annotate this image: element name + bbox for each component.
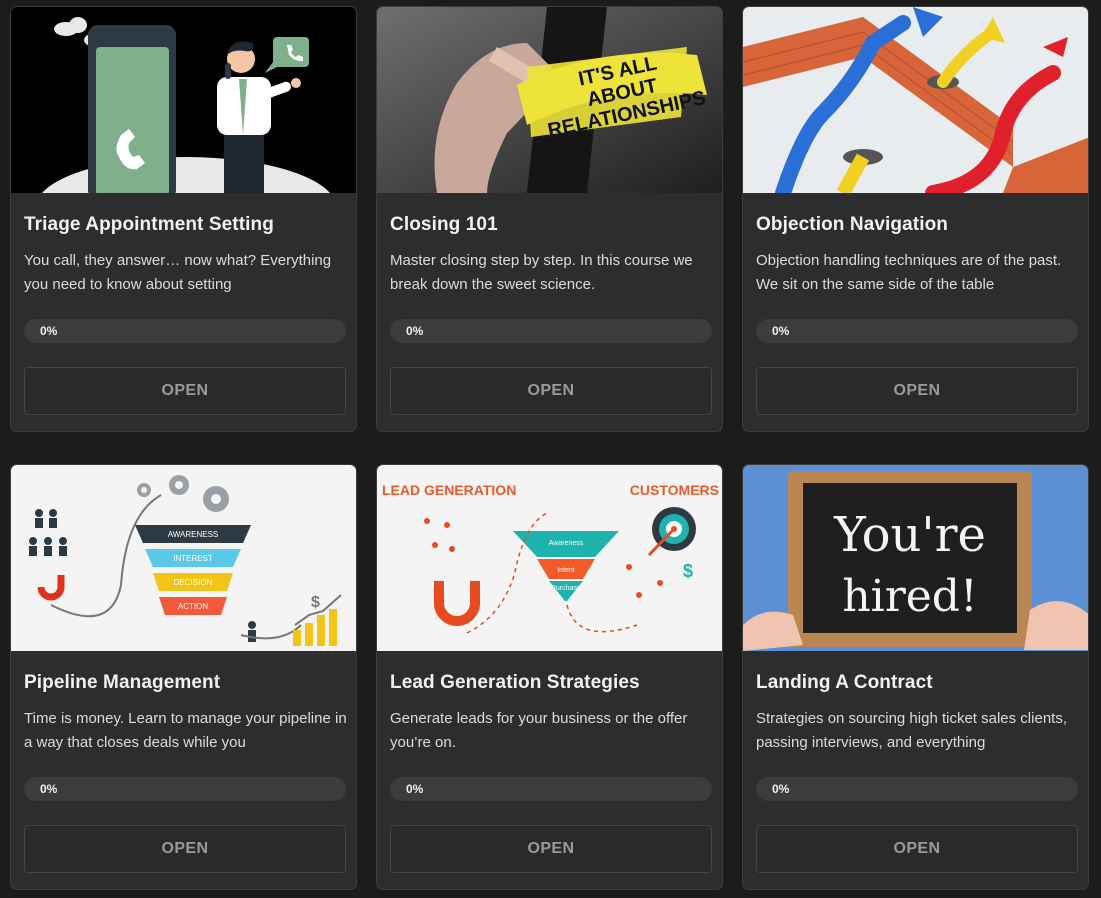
course-card: You're hired! Landing A Contract Strateg… xyxy=(742,464,1089,890)
image-caption-line: Intent xyxy=(557,567,575,574)
svg-text:$: $ xyxy=(311,594,320,611)
course-description: You call, they answer… now what? Everyth… xyxy=(24,252,332,293)
image-caption-line: CUSTOMERS xyxy=(630,482,719,498)
course-grid: Triage Appointment Setting You call, the… xyxy=(0,0,1101,898)
image-caption-line: hired! xyxy=(842,571,977,622)
course-title: Closing 101 xyxy=(390,214,498,235)
course-title: Lead Generation Strategies xyxy=(390,672,640,693)
course-description: Master closing step by step. In this cou… xyxy=(390,252,693,293)
progress-label: 0% xyxy=(772,782,790,796)
course-thumbnail-sales-funnel: AWARENESS INTEREST DECISION ACTION $ xyxy=(11,465,356,651)
course-card: AWARENESS INTEREST DECISION ACTION $ Pip… xyxy=(10,464,357,890)
progress-bar: 0% xyxy=(390,777,712,801)
progress-label: 0% xyxy=(40,782,58,796)
image-caption-line: You're xyxy=(833,507,986,563)
course-thumbnail-phone-call xyxy=(11,7,356,193)
progress-label: 0% xyxy=(772,324,790,338)
open-course-button[interactable]: OPEN xyxy=(756,367,1078,415)
image-caption-line: INTEREST xyxy=(173,554,213,563)
course-description: Strategies on sourcing high ticket sales… xyxy=(756,710,1067,751)
course-title: Objection Navigation xyxy=(756,214,949,235)
image-caption-line: LEAD GENERATION xyxy=(382,482,516,498)
open-course-button[interactable]: OPEN xyxy=(24,367,346,415)
progress-label: 0% xyxy=(406,324,424,338)
course-card: LEAD GENERATION CUSTOMERS Awareness Inte… xyxy=(376,464,723,890)
image-caption-line: ACTION xyxy=(178,602,208,611)
course-title: Triage Appointment Setting xyxy=(24,214,274,235)
course-thumbnail-relationships: IT'S ALL ABOUT RELATIONSHIPS xyxy=(377,7,722,193)
open-course-button[interactable]: OPEN xyxy=(24,825,346,873)
svg-text:$: $ xyxy=(683,561,693,581)
progress-bar: 0% xyxy=(756,319,1078,343)
course-title: Landing A Contract xyxy=(756,672,933,693)
course-thumbnail-arrows-wall xyxy=(743,7,1088,193)
course-card: Triage Appointment Setting You call, the… xyxy=(10,6,357,432)
course-description: Objection handling techniques are of the… xyxy=(756,252,1062,293)
progress-bar: 0% xyxy=(756,777,1078,801)
course-thumbnail-lead-funnel: LEAD GENERATION CUSTOMERS Awareness Inte… xyxy=(377,465,722,651)
image-caption-line: AWARENESS xyxy=(168,530,219,539)
course-title: Pipeline Management xyxy=(24,672,221,693)
course-card: Objection Navigation Objection handling … xyxy=(742,6,1089,432)
image-caption-line: Purchase xyxy=(551,585,581,592)
progress-bar: 0% xyxy=(24,777,346,801)
progress-label: 0% xyxy=(40,324,58,338)
image-caption-line: DECISION xyxy=(174,578,213,587)
course-card: IT'S ALL ABOUT RELATIONSHIPS Closing 101… xyxy=(376,6,723,432)
course-thumbnail-youre-hired: You're hired! xyxy=(743,465,1088,651)
progress-bar: 0% xyxy=(390,319,712,343)
open-course-button[interactable]: OPEN xyxy=(390,367,712,415)
open-course-button[interactable]: OPEN xyxy=(756,825,1078,873)
open-course-button[interactable]: OPEN xyxy=(390,825,712,873)
progress-label: 0% xyxy=(406,782,424,796)
image-caption-line: Awareness xyxy=(549,540,584,547)
progress-bar: 0% xyxy=(24,319,346,343)
course-description: Generate leads for your business or the … xyxy=(390,710,688,751)
course-description: Time is money. Learn to manage your pipe… xyxy=(24,710,347,751)
